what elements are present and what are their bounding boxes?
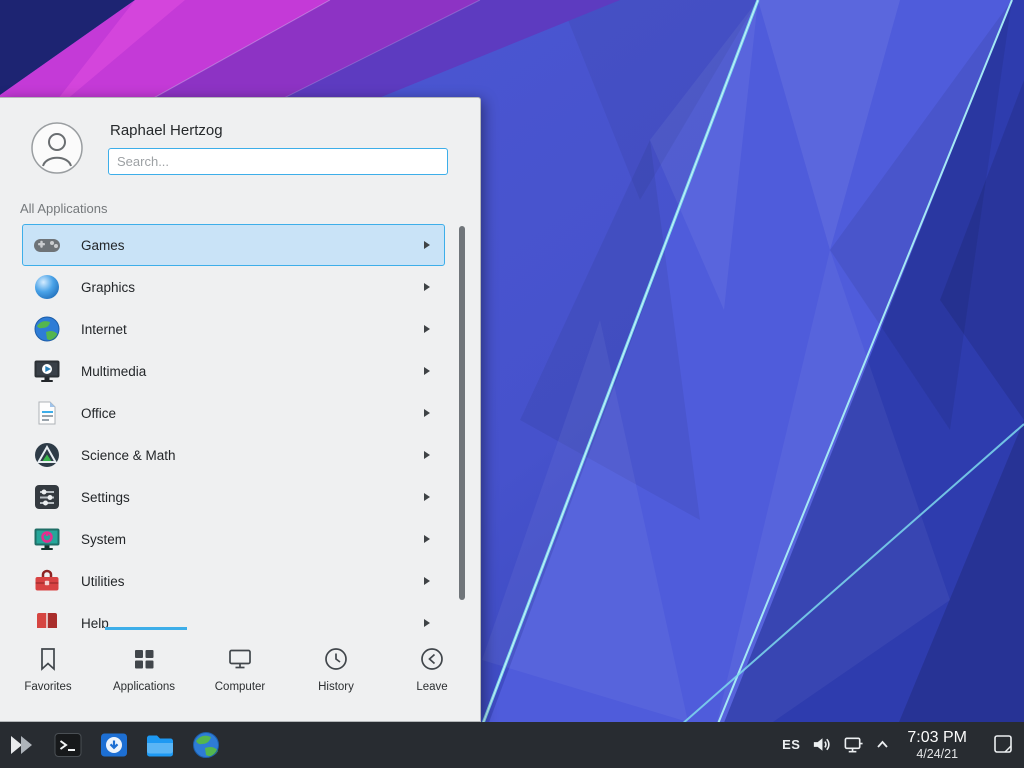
clock-date: 4/24/21 — [907, 747, 967, 761]
chevron-right-icon — [424, 577, 430, 585]
chevron-right-icon — [424, 367, 430, 375]
clock-icon — [323, 646, 349, 672]
list-scrollbar[interactable] — [459, 226, 465, 600]
tab-label: Favorites — [24, 681, 71, 693]
grid-icon — [131, 646, 157, 672]
category-label: Office — [81, 406, 424, 421]
show-desktop-button[interactable] — [992, 732, 1014, 758]
globe-icon — [33, 315, 61, 343]
software-app-icon[interactable] — [98, 729, 130, 761]
toolbox-icon — [33, 567, 61, 595]
tab-label: Computer — [215, 681, 266, 693]
tab-history[interactable]: History — [288, 630, 384, 722]
category-label: Settings — [81, 490, 424, 505]
user-name: Raphael Hertzog — [110, 122, 223, 139]
category-list: Games Graphics — [22, 224, 445, 628]
media-monitor-icon — [33, 357, 61, 385]
tab-label: History — [318, 681, 354, 693]
tab-leave[interactable]: Leave — [384, 630, 480, 722]
section-label-all-applications: All Applications — [20, 201, 107, 216]
category-label: Internet — [81, 322, 424, 337]
tab-label: Applications — [113, 681, 175, 693]
flask-icon — [33, 441, 61, 469]
system-tray: ES 7:03 PM 4/24/21 — [782, 729, 1018, 762]
application-launcher-button[interactable] — [6, 729, 38, 761]
chevron-right-icon — [424, 241, 430, 249]
category-item-system[interactable]: System — [22, 518, 445, 560]
web-browser-app-icon[interactable] — [190, 729, 222, 761]
chevron-right-icon — [424, 493, 430, 501]
category-item-science-math[interactable]: Science & Math — [22, 434, 445, 476]
application-launcher-menu: Raphael Hertzog All Applications Games — [0, 97, 481, 722]
category-item-internet[interactable]: Internet — [22, 308, 445, 350]
category-label: System — [81, 532, 424, 547]
tab-favorites[interactable]: Favorites — [0, 630, 96, 722]
chevron-right-icon — [424, 283, 430, 291]
document-icon — [33, 399, 61, 427]
tab-computer[interactable]: Computer — [192, 630, 288, 722]
category-item-multimedia[interactable]: Multimedia — [22, 350, 445, 392]
monitor-icon — [227, 646, 253, 672]
keyboard-layout-indicator[interactable]: ES — [782, 737, 800, 752]
taskbar-launchers — [6, 729, 222, 761]
logout-icon — [419, 646, 445, 672]
volume-icon[interactable] — [811, 734, 832, 755]
system-monitor-icon — [33, 525, 61, 553]
category-label: Multimedia — [81, 364, 424, 379]
taskbar-panel: ES 7:03 PM 4/24/21 — [0, 722, 1024, 768]
tray-expander-icon[interactable] — [875, 737, 890, 752]
category-item-graphics[interactable]: Graphics — [22, 266, 445, 308]
launcher-tab-bar: Favorites Applications Computer — [0, 630, 480, 722]
tab-applications[interactable]: Applications — [96, 630, 192, 722]
chevron-right-icon — [424, 409, 430, 417]
sphere-icon — [33, 273, 61, 301]
desktop: Raphael Hertzog All Applications Games — [0, 0, 1024, 768]
help-book-icon — [33, 609, 61, 628]
file-manager-app-icon[interactable] — [144, 729, 176, 761]
chevron-right-icon — [424, 325, 430, 333]
terminal-app-icon[interactable] — [52, 729, 84, 761]
digital-clock[interactable]: 7:03 PM 4/24/21 — [907, 729, 967, 762]
category-label: Games — [81, 238, 424, 253]
category-item-utilities[interactable]: Utilities — [22, 560, 445, 602]
category-label: Science & Math — [81, 448, 424, 463]
chevron-right-icon — [424, 451, 430, 459]
chevron-right-icon — [424, 535, 430, 543]
category-item-help[interactable]: Help — [22, 602, 445, 628]
gamepad-icon — [33, 231, 61, 259]
chevron-right-icon — [424, 619, 430, 627]
tab-label: Leave — [416, 681, 447, 693]
category-label: Utilities — [81, 574, 424, 589]
bookmark-icon — [35, 646, 61, 672]
search-input[interactable] — [108, 148, 448, 175]
category-item-games[interactable]: Games — [22, 224, 445, 266]
user-avatar[interactable] — [31, 122, 83, 174]
category-item-settings[interactable]: Settings — [22, 476, 445, 518]
category-item-office[interactable]: Office — [22, 392, 445, 434]
network-icon[interactable] — [843, 734, 864, 755]
clock-time: 7:03 PM — [907, 729, 967, 747]
sliders-icon — [33, 483, 61, 511]
category-label: Graphics — [81, 280, 424, 295]
